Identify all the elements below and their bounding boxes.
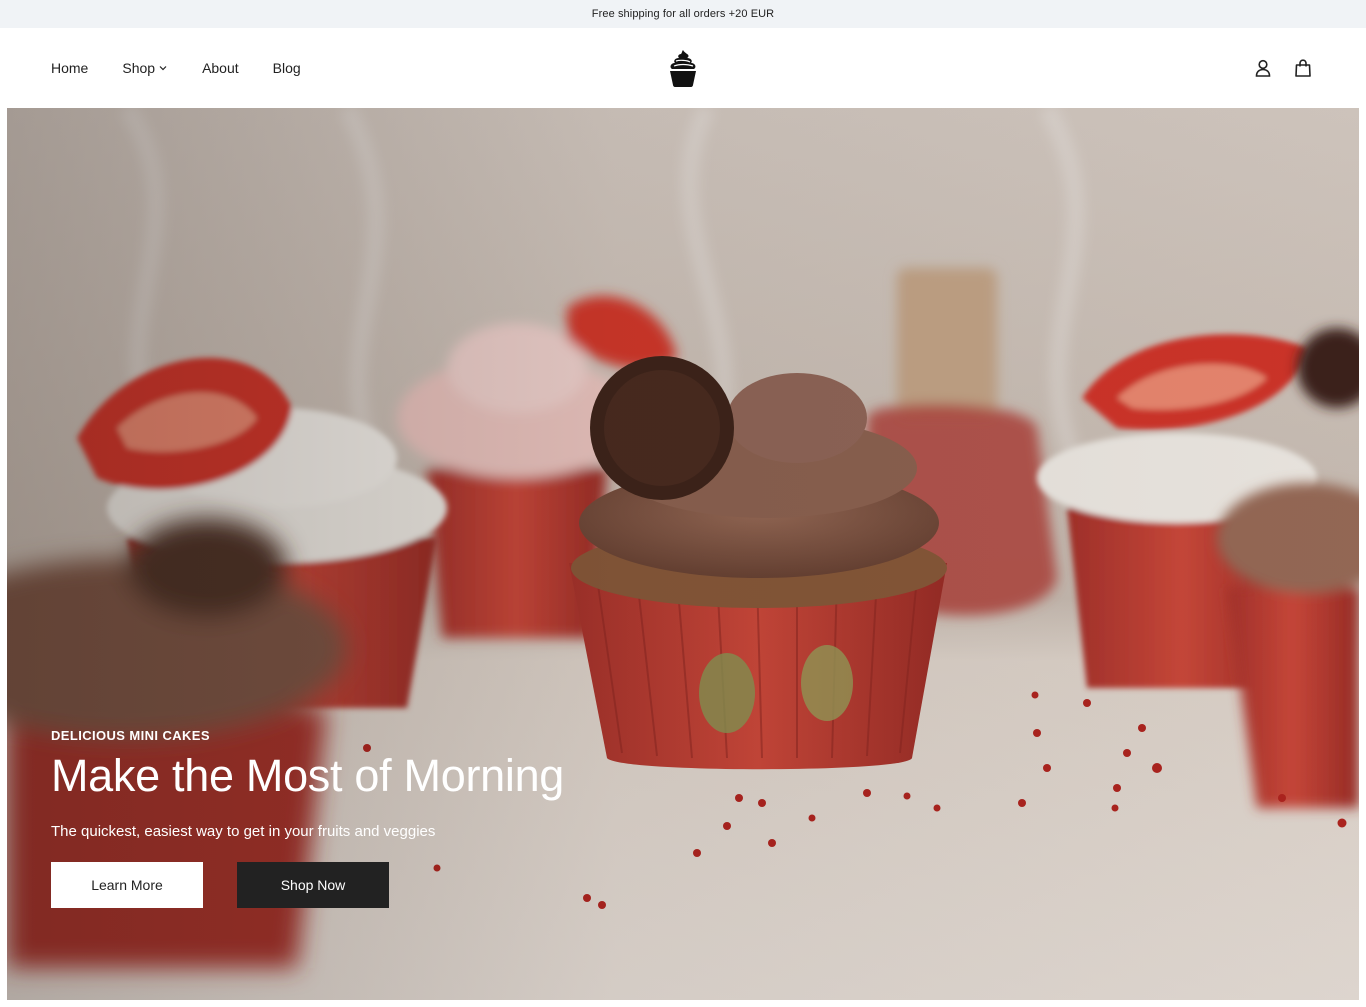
nav-about-label: About [202,60,239,76]
hero-banner: DELICIOUS MINI CAKES Make the Most of Mo… [7,108,1359,1000]
cupcake-logo-icon[interactable] [667,48,699,88]
hero-subtitle: The quickest, easiest way to get in your… [51,822,436,840]
nav-shop[interactable]: Shop [122,60,168,76]
hero-content: DELICIOUS MINI CAKES Make the Most of Mo… [51,728,564,908]
shop-now-button[interactable]: Shop Now [237,861,389,908]
learn-more-button[interactable]: Learn More [51,861,203,908]
nav-about[interactable]: About [202,60,239,76]
user-icon[interactable] [1253,58,1273,78]
nav-blog[interactable]: Blog [273,60,301,76]
header-actions [1253,58,1315,78]
nav-shop-label: Shop [122,60,156,76]
chevron-down-icon [159,66,167,71]
main-nav: Home Shop About Blog [51,60,335,76]
hero-eyebrow: DELICIOUS MINI CAKES [51,728,210,743]
nav-blog-label: Blog [272,60,301,76]
announcement-bar: Free shipping for all orders +20 EUR [0,0,1366,28]
shopping-bag-icon[interactable] [1293,58,1313,78]
shop-now-label: Shop Now [280,876,346,893]
hero-cta-row: Learn More Shop Now [51,861,564,908]
nav-home-label: Home [51,60,89,76]
hero-title: Make the Most of Morning [51,750,565,801]
learn-more-label: Learn More [91,876,163,893]
site-header: Home Shop About Blog [0,28,1366,108]
announcement-text: Free shipping for all orders +20 EUR [591,8,775,20]
nav-home[interactable]: Home [51,60,88,76]
